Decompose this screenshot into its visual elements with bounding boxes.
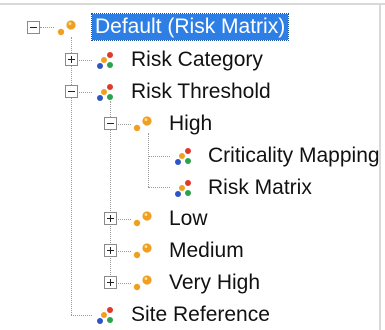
tri-dots-icon [94, 304, 116, 326]
tri-dots-icon [172, 177, 194, 199]
expand-toggle[interactable] [65, 53, 78, 66]
tree-guide [77, 60, 92, 61]
folder-dots-icon [132, 239, 154, 261]
tri-dots-icon [94, 81, 116, 103]
tree-node-low[interactable]: Low [166, 206, 211, 232]
tree-guide [40, 27, 54, 28]
tree-guide [116, 283, 131, 284]
expand-toggle[interactable] [104, 212, 117, 225]
folder-dots-icon [132, 112, 154, 134]
tri-dots-icon [172, 145, 194, 167]
tree-guide [71, 37, 72, 315]
tree-guide [116, 251, 131, 252]
expand-toggle[interactable] [104, 244, 117, 257]
collapse-toggle[interactable] [104, 117, 117, 130]
tree-node-risk-category[interactable]: Risk Category [128, 47, 266, 73]
tree-guide [148, 187, 170, 188]
tree-node-default-risk-matrix[interactable]: Default (Risk Matrix) [90, 13, 290, 41]
tree-node-risk-matrix[interactable]: Risk Matrix [205, 175, 315, 201]
tree-guide [148, 133, 149, 187]
collapse-toggle[interactable] [65, 85, 78, 98]
tree-guide [116, 219, 131, 220]
tree-node-site-reference[interactable]: Site Reference [128, 302, 273, 328]
tree-guide [148, 156, 170, 157]
expand-toggle[interactable] [104, 276, 117, 289]
tree-node-risk-threshold[interactable]: Risk Threshold [128, 79, 274, 105]
collapse-toggle[interactable] [27, 21, 40, 34]
folder-dots-icon [132, 271, 154, 293]
tri-dots-icon [94, 49, 116, 71]
folder-dots-icon [56, 16, 78, 38]
tree-node-very-high[interactable]: Very High [166, 270, 263, 296]
tree-guide [116, 124, 131, 125]
tree-guide [77, 92, 92, 93]
top-border [0, 3, 385, 5]
folder-dots-icon [132, 207, 154, 229]
tree-view: Default (Risk Matrix) Risk Category Risk… [0, 0, 385, 330]
tree-node-high[interactable]: High [166, 111, 215, 137]
tree-node-medium[interactable]: Medium [166, 238, 247, 264]
tree-node-criticality-mapping[interactable]: Criticality Mapping [205, 143, 383, 169]
tree-guide [71, 315, 92, 316]
